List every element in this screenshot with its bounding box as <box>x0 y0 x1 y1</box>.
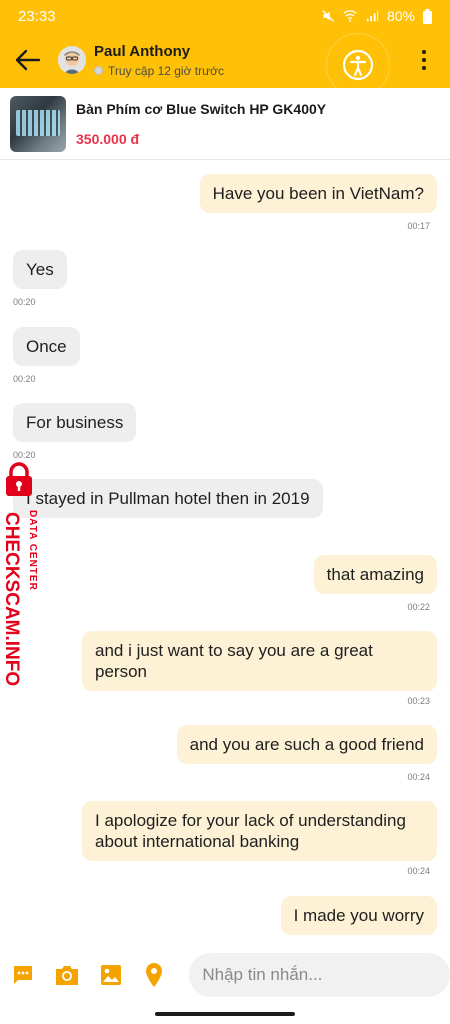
wifi-icon <box>343 10 357 22</box>
more-dot <box>422 50 426 54</box>
accessibility-button-inner <box>335 42 381 88</box>
message-incoming[interactable]: For business <box>13 403 137 442</box>
message-time: 00:20 <box>13 297 36 307</box>
battery-icon <box>423 8 432 24</box>
message-incoming[interactable]: Yes <box>13 250 67 289</box>
message-time: 00:17 <box>407 221 430 231</box>
contact-name: Paul Anthony <box>94 42 191 60</box>
checkscam-watermark: CHECKSCAM.INFO DATA CENTER <box>2 462 50 692</box>
product-price: 350.000 đ <box>76 130 140 147</box>
product-card[interactable]: Bàn Phím cơ Blue Switch HP GK400Y 350.00… <box>0 88 450 160</box>
image-icon <box>100 965 121 985</box>
status-bar: 23:33 80% <box>0 0 450 32</box>
message-incoming[interactable]: I stayed in Pullman hotel then in 2019 <box>13 479 323 518</box>
chat-bubble-icon <box>13 966 32 984</box>
message-time: 00:24 <box>407 866 430 876</box>
location-button[interactable] <box>140 960 170 990</box>
keyboard-image <box>16 109 60 136</box>
message-outgoing[interactable]: Have you been in VietNam? <box>199 174 437 213</box>
message-outgoing[interactable]: and you are such a good friend <box>176 725 437 764</box>
avatar-image <box>58 46 86 74</box>
presence-dot-icon <box>94 66 103 75</box>
message-outgoing[interactable]: I apologize for your lack of understandi… <box>82 801 437 861</box>
product-thumbnail <box>10 95 66 152</box>
status-icons: 80% <box>321 8 432 24</box>
accessibility-button[interactable] <box>327 34 389 96</box>
message-time: 00:24 <box>407 772 430 782</box>
watermark-text-graphic: CHECKSCAM.INFO DATA CENTER <box>2 510 38 686</box>
product-info: Bàn Phím cơ Blue Switch HP GK400Y 350.00… <box>76 101 326 147</box>
contact-info[interactable]: Paul Anthony Truy cập 12 giờ trước <box>94 43 224 78</box>
signal-icon <box>366 10 379 22</box>
battery-percent: 80% <box>386 8 415 24</box>
status-time: 23:33 <box>18 7 56 25</box>
message-time: 00:22 <box>407 602 430 612</box>
message-time: 00:20 <box>13 374 36 384</box>
mute-icon <box>322 10 334 22</box>
home-gesture-handle[interactable] <box>155 1012 295 1016</box>
accessibility-icon <box>342 49 374 81</box>
location-pin-icon <box>146 963 163 987</box>
more-options-button[interactable] <box>414 50 434 70</box>
message-input[interactable]: Nhập tin nhắn... <box>189 953 450 997</box>
message-outgoing[interactable]: and i just want to say you are a great p… <box>82 631 437 691</box>
lock-icon <box>6 462 32 496</box>
camera-button[interactable] <box>52 960 82 990</box>
message-outgoing[interactable]: I made you worry <box>280 896 437 935</box>
message-incoming[interactable]: Once <box>13 327 80 366</box>
avatar[interactable] <box>58 46 86 74</box>
arrow-left-icon <box>15 49 41 71</box>
message-input-placeholder: Nhập tin nhắn... <box>202 965 323 984</box>
more-dot <box>422 66 426 70</box>
watermark-brand: CHECKSCAM.INFO <box>2 512 22 686</box>
quick-reply-button[interactable] <box>8 960 38 990</box>
message-outgoing[interactable]: that amazing <box>313 555 437 594</box>
chat-header: Paul Anthony Truy cập 12 giờ trước <box>0 32 450 96</box>
gallery-button[interactable] <box>96 960 126 990</box>
chat-thread[interactable]: Have you been in VietNam? 00:17 Yes 00:2… <box>0 161 450 944</box>
composer-bar: Nhập tin nhắn... <box>0 944 450 1006</box>
last-seen-text: Truy cập 12 giờ trước <box>108 63 225 78</box>
product-name: Bàn Phím cơ Blue Switch HP GK400Y <box>76 100 327 117</box>
last-seen: Truy cập 12 giờ trước <box>94 64 224 78</box>
message-time: 00:20 <box>13 450 36 460</box>
message-time: 00:23 <box>407 696 430 706</box>
back-button[interactable] <box>0 32 56 88</box>
watermark-tag: DATA CENTER <box>27 510 38 591</box>
more-dot <box>422 58 426 62</box>
camera-icon <box>55 966 78 985</box>
